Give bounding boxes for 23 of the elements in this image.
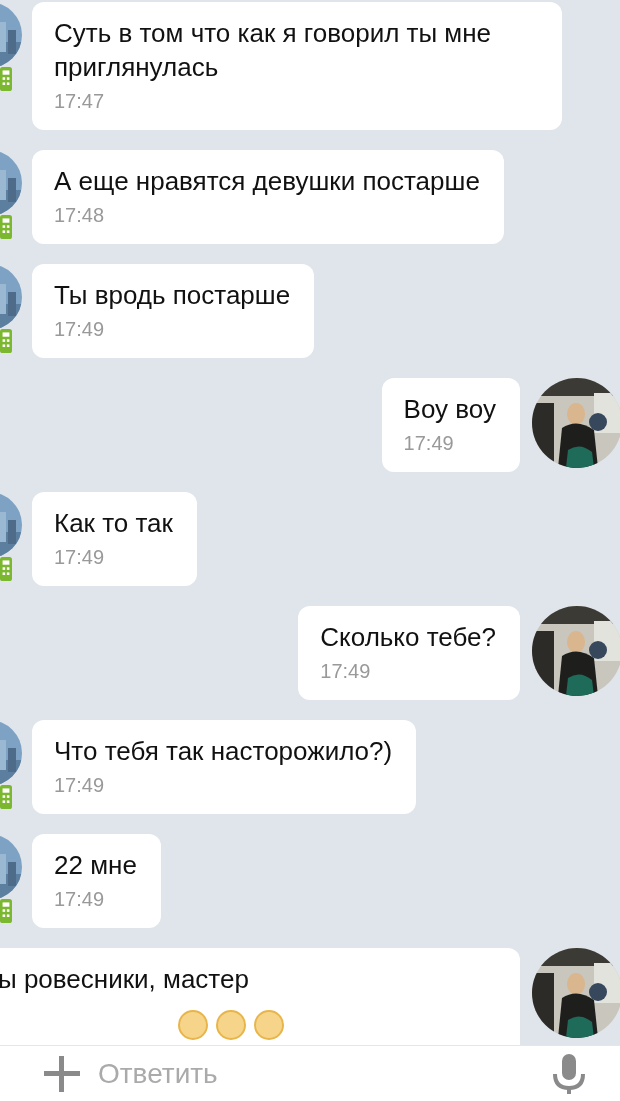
- message-text: ы ровесники, мастер: [0, 963, 250, 996]
- message-time: 17:49: [54, 545, 106, 570]
- message-time: 17:49: [54, 887, 106, 912]
- message-text: Что тебя так насторожило?): [54, 735, 393, 768]
- microphone-icon[interactable]: [552, 1053, 586, 1094]
- emoji-icon: [216, 1010, 246, 1040]
- message-text: Ты вродь постарше: [54, 279, 291, 312]
- emoji-icon: [254, 1010, 284, 1040]
- message-time: 17:47: [54, 89, 106, 114]
- message-time: 17:49: [320, 659, 372, 684]
- message-text: Воу воу: [403, 393, 496, 426]
- message-text: 22 мне: [54, 849, 137, 882]
- message-text: Суть в том что как я говорил ты мне приглянулась: [54, 17, 493, 84]
- message-time: 17:48: [54, 203, 106, 228]
- plus-icon[interactable]: [44, 1055, 80, 1092]
- message-text: Как то так: [54, 507, 173, 540]
- message-time: 17:49: [403, 431, 455, 456]
- message-time: 17:49: [54, 773, 106, 798]
- message-text: А еще нравятся девушки постарше: [54, 165, 480, 198]
- message-text: Сколько тебе?: [320, 621, 496, 654]
- emoji-icon: [178, 1010, 208, 1040]
- reply-bar[interactable]: Ответить: [0, 1045, 620, 1101]
- message-time: 17:49: [54, 317, 106, 342]
